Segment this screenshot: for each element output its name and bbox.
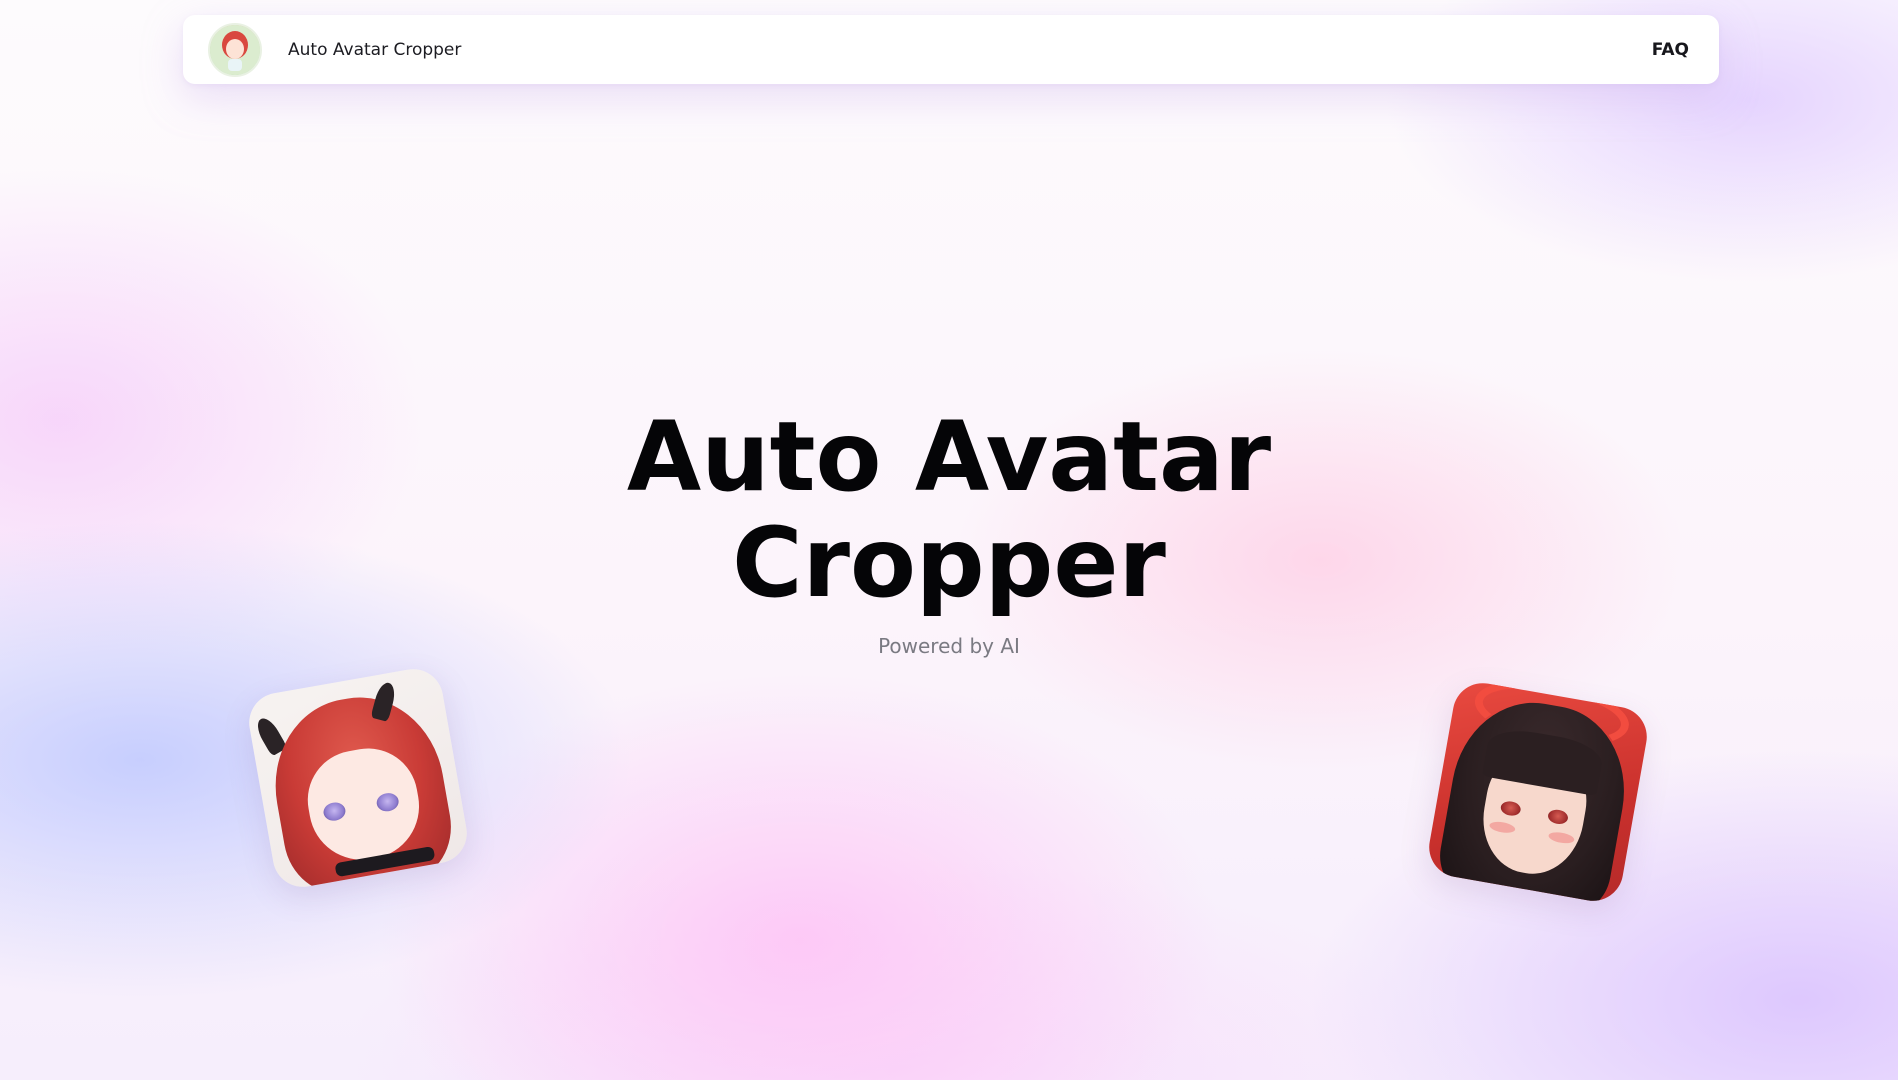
top-navbar: Auto Avatar Cropper FAQ: [183, 15, 1719, 84]
dark-hair-avatar-card: [1424, 678, 1652, 906]
brand-name[interactable]: Auto Avatar Cropper: [288, 40, 461, 60]
hero-title-line-2: Cropper: [732, 507, 1166, 619]
hero-title: Auto Avatar Cropper: [0, 404, 1898, 616]
logo-avatar-icon[interactable]: [208, 22, 262, 77]
hero-subtitle: Powered by AI: [878, 634, 1020, 658]
faq-link[interactable]: FAQ: [1652, 40, 1689, 60]
red-hair-avatar-card: [244, 664, 472, 892]
hero-title-line-1: Auto Avatar: [626, 401, 1272, 513]
